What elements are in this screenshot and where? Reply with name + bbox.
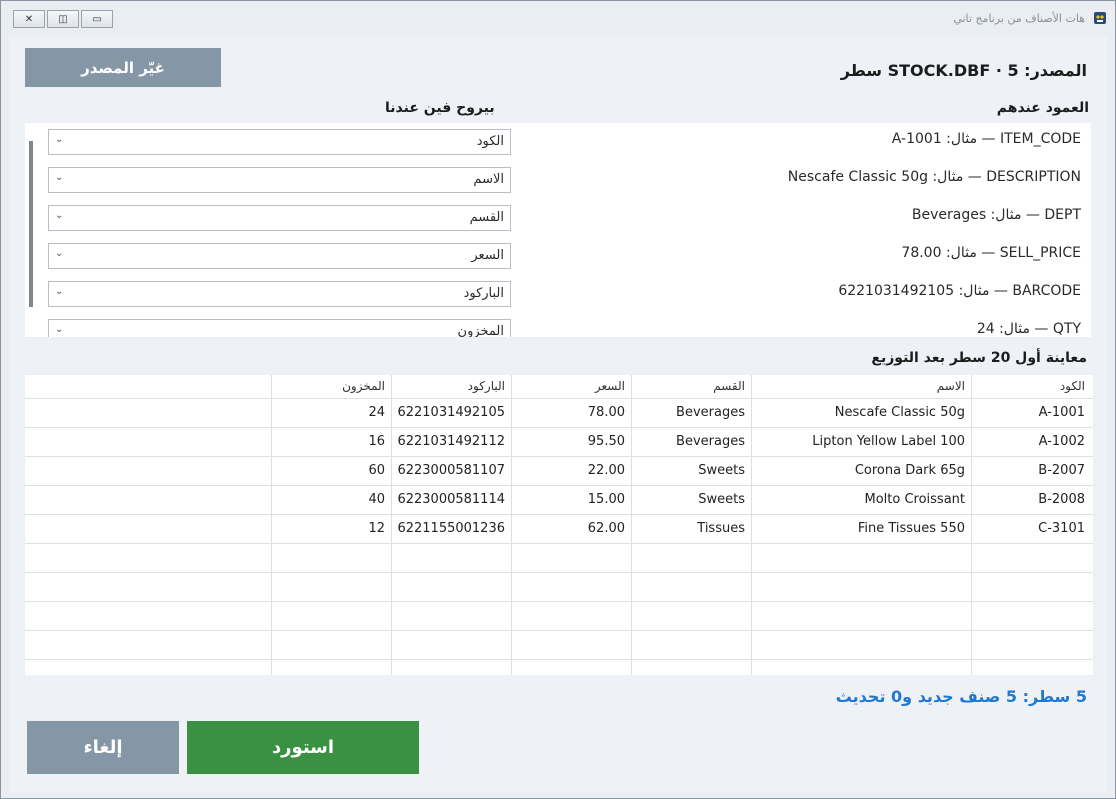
chevron-down-icon: ⌄: [55, 134, 64, 145]
source-column-description: DESCRIPTION — مثال: Nescafe Classic 50g: [787, 169, 1081, 185]
target-field-value: القسم: [469, 210, 504, 225]
column-mapping-panel[interactable]: ITEM_CODE — مثال: A-1001 الكود ⌄ DESCRIP…: [25, 123, 1091, 337]
title-bar: ✕ ◫ ▭ هات الأصناف من برنامج تاني: [1, 1, 1115, 35]
table-cell: Beverages: [676, 405, 745, 420]
table-cell: 16: [368, 434, 385, 449]
mapping-row: DESCRIPTION — مثال: Nescafe Classic 50g …: [25, 161, 1091, 199]
preview-grid[interactable]: الكود الاسم القسم السعر الباركود المخزون…: [25, 375, 1093, 675]
column-header-name[interactable]: الاسم: [937, 379, 965, 393]
target-field-value: الباركود: [463, 286, 504, 301]
table-cell: Corona Dark 65g: [854, 463, 965, 478]
table-cell: Tissues: [697, 521, 745, 536]
table-cell: 95.50: [587, 434, 625, 449]
chevron-down-icon: ⌄: [55, 286, 64, 297]
table-cell: Lipton Yellow Label 100: [812, 434, 965, 449]
app-icon: [1094, 12, 1106, 24]
target-field-select[interactable]: الكود ⌄: [48, 129, 511, 155]
table-cell: 40: [368, 492, 385, 507]
column-header-code[interactable]: الكود: [1060, 379, 1085, 393]
grid-line: [25, 456, 1093, 457]
mapping-row: QTY — مثال: 24 المخزون ⌄: [25, 313, 1091, 337]
table-cell: Molto Croissant: [864, 492, 965, 507]
chevron-down-icon: ⌄: [55, 324, 64, 335]
preview-title: معاينة أول 20 سطر بعد التوزيع: [871, 350, 1087, 366]
mapping-row: DEPT — مثال: Beverages القسم ⌄: [25, 199, 1091, 237]
their-column-header: العمود عندهم: [996, 100, 1089, 116]
our-column-header: بيروح فين عندنا: [385, 100, 495, 116]
table-cell: Sweets: [698, 463, 745, 478]
column-header-stock[interactable]: المخزون: [342, 379, 385, 393]
grid-line: [25, 572, 1093, 573]
import-summary: 5 سطر: 5 صنف جديد و0 تحديث: [835, 687, 1087, 706]
chevron-down-icon: ⌄: [55, 248, 64, 259]
dialog-content: المصدر: STOCK.DBF · 5 سطر غيّر المصدر ال…: [9, 35, 1107, 793]
table-cell: 6221031492105: [397, 405, 505, 420]
table-cell: Sweets: [698, 492, 745, 507]
target-field-value: الاسم: [473, 172, 504, 187]
grid-line: [25, 485, 1093, 486]
table-cell: 22.00: [587, 463, 625, 478]
target-field-value: الكود: [476, 134, 504, 149]
mapping-row: BARCODE — مثال: 6221031492105 الباركود ⌄: [25, 275, 1091, 313]
table-cell: B-2008: [1038, 492, 1085, 507]
grid-line: [25, 543, 1093, 544]
maximize-icon[interactable]: ◫: [47, 10, 79, 28]
source-column-description: ITEM_CODE — مثال: A-1001: [891, 131, 1081, 147]
target-field-value: السعر: [471, 248, 504, 263]
mapping-row: SELL_PRICE — مثال: 78.00 السعر ⌄: [25, 237, 1091, 275]
table-cell: Beverages: [676, 434, 745, 449]
table-cell: 78.00: [587, 405, 625, 420]
change-source-button[interactable]: غيّر المصدر: [25, 48, 221, 87]
source-column-description: SELL_PRICE — مثال: 78.00: [901, 245, 1081, 261]
table-cell: Nescafe Classic 50g: [834, 405, 965, 420]
window-controls: ✕ ◫ ▭: [13, 10, 115, 29]
target-field-select[interactable]: السعر ⌄: [48, 243, 511, 269]
source-column-description: DEPT — مثال: Beverages: [911, 207, 1081, 223]
cancel-button[interactable]: إلغاء: [27, 721, 179, 774]
import-items-window: ✕ ◫ ▭ هات الأصناف من برنامج تاني المصدر:…: [0, 0, 1116, 799]
table-cell: 6223000581107: [397, 463, 505, 478]
source-column-description: QTY — مثال: 24: [976, 321, 1081, 337]
target-field-select[interactable]: الباركود ⌄: [48, 281, 511, 307]
window-title: هات الأصناف من برنامج تاني: [953, 12, 1085, 25]
table-cell: A-1002: [1038, 434, 1085, 449]
table-cell: 12: [368, 521, 385, 536]
close-icon[interactable]: ✕: [13, 10, 45, 28]
target-field-select[interactable]: القسم ⌄: [48, 205, 511, 231]
mapping-row: ITEM_CODE — مثال: A-1001 الكود ⌄: [25, 123, 1091, 161]
table-cell: Fine Tissues 550: [857, 521, 965, 536]
source-column-description: BARCODE — مثال: 6221031492105: [838, 283, 1081, 299]
table-cell: 62.00: [587, 521, 625, 536]
column-header-price[interactable]: السعر: [595, 379, 625, 393]
grid-line: [25, 630, 1093, 631]
table-cell: 15.00: [587, 492, 625, 507]
grid-line: [25, 601, 1093, 602]
table-cell: 6221031492112: [397, 434, 505, 449]
target-field-select[interactable]: المخزون ⌄: [48, 319, 511, 337]
minimize-icon[interactable]: ▭: [81, 10, 113, 28]
table-cell: C-3101: [1038, 521, 1085, 536]
target-field-value: المخزون: [457, 324, 504, 337]
grid-line: [25, 398, 1093, 399]
table-cell: B-2007: [1038, 463, 1085, 478]
chevron-down-icon: ⌄: [55, 210, 64, 221]
grid-line: [25, 427, 1093, 428]
table-cell: 24: [368, 405, 385, 420]
table-cell: 60: [368, 463, 385, 478]
grid-line: [25, 514, 1093, 515]
target-field-select[interactable]: الاسم ⌄: [48, 167, 511, 193]
import-button[interactable]: استورد: [187, 721, 419, 774]
grid-line: [25, 659, 1093, 660]
column-header-department[interactable]: القسم: [713, 379, 745, 393]
table-cell: 6223000581114: [397, 492, 505, 507]
column-header-barcode[interactable]: الباركود: [468, 379, 505, 393]
chevron-down-icon: ⌄: [55, 172, 64, 183]
source-label: المصدر: STOCK.DBF · 5 سطر: [840, 61, 1087, 80]
table-cell: 6221155001236: [397, 521, 505, 536]
table-cell: A-1001: [1038, 405, 1085, 420]
